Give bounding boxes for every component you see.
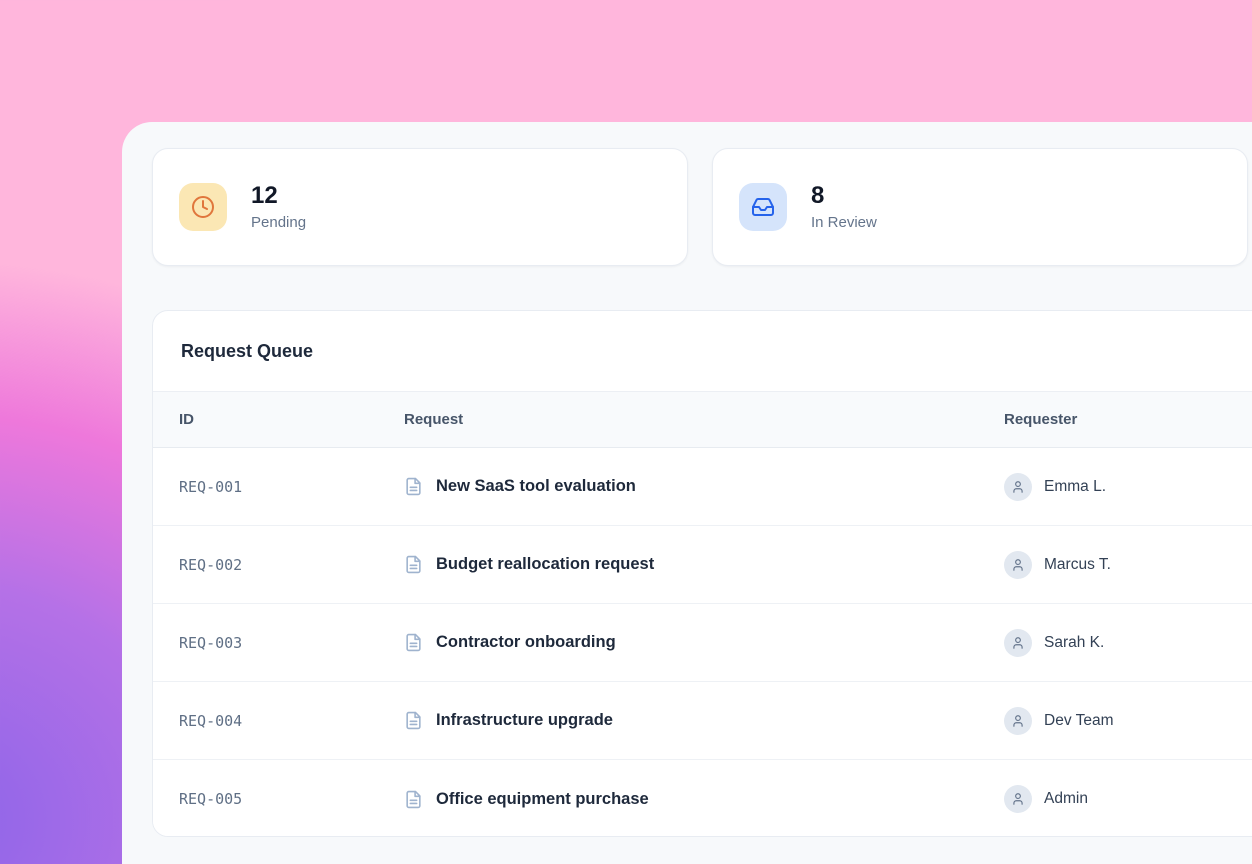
pending-label: Pending [251,214,306,231]
table-header-row: ID Request Requester [153,391,1252,448]
request-title: Contractor onboarding [436,633,616,652]
request-id: REQ-002 [179,556,404,574]
stat-text: 12 Pending [251,183,306,230]
requester-name: Marcus T. [1044,556,1111,574]
stat-card-in-review: 8 In Review [712,148,1248,266]
request-id: REQ-005 [179,790,404,808]
clock-icon [179,183,227,231]
request-cell: Infrastructure upgrade [404,711,1004,730]
document-icon [404,633,423,652]
requester-cell: Admin [1004,785,1252,813]
requester-cell: Emma L. [1004,473,1252,501]
avatar [1004,551,1032,579]
avatar [1004,473,1032,501]
stat-text: 8 In Review [811,183,877,230]
requester-name: Emma L. [1044,478,1106,496]
requester-cell: Dev Team [1004,707,1252,735]
document-icon [404,790,423,809]
table-row[interactable]: REQ-003 Contractor onboarding Sarah K. [153,604,1252,682]
requester-cell: Sarah K. [1004,629,1252,657]
inbox-icon [739,183,787,231]
request-cell: New SaaS tool evaluation [404,477,1004,496]
document-icon [404,711,423,730]
avatar [1004,785,1032,813]
column-header-request: Request [404,411,1004,428]
request-cell: Office equipment purchase [404,790,1004,809]
request-cell: Contractor onboarding [404,633,1004,652]
request-title: Infrastructure upgrade [436,711,613,730]
table-row[interactable]: REQ-001 New SaaS tool evaluation Emma L. [153,448,1252,526]
request-cell: Budget reallocation request [404,555,1004,574]
in-review-label: In Review [811,214,877,231]
document-icon [404,555,423,574]
pending-count: 12 [251,183,306,209]
request-id: REQ-001 [179,478,404,496]
column-header-id: ID [179,411,404,428]
request-id: REQ-004 [179,712,404,730]
requester-name: Sarah K. [1044,634,1104,652]
requester-cell: Marcus T. [1004,551,1252,579]
request-title: New SaaS tool evaluation [436,477,636,496]
column-header-requester: Requester [1004,411,1252,428]
table-row[interactable]: REQ-005 Office equipment purchase Admin [153,760,1252,837]
request-title: Budget reallocation request [436,555,654,574]
table-row[interactable]: REQ-002 Budget reallocation request Marc… [153,526,1252,604]
document-icon [404,477,423,496]
avatar [1004,707,1032,735]
avatar [1004,629,1032,657]
in-review-count: 8 [811,183,877,209]
request-title: Office equipment purchase [436,790,649,809]
stats-row: 12 Pending 8 In Review [152,148,1252,266]
card-header: Request Queue [153,311,1252,391]
page-title: Request Queue [181,341,313,362]
request-id: REQ-003 [179,634,404,652]
requester-name: Dev Team [1044,712,1114,730]
dashboard-panel: 12 Pending 8 In Review Request Queue ID … [122,122,1252,864]
request-queue-card: Request Queue ID Request Requester REQ-0… [152,310,1252,837]
table-row[interactable]: REQ-004 Infrastructure upgrade Dev Team [153,682,1252,760]
stat-card-pending: 12 Pending [152,148,688,266]
table-body: REQ-001 New SaaS tool evaluation Emma L. [153,448,1252,837]
requester-name: Admin [1044,790,1088,808]
